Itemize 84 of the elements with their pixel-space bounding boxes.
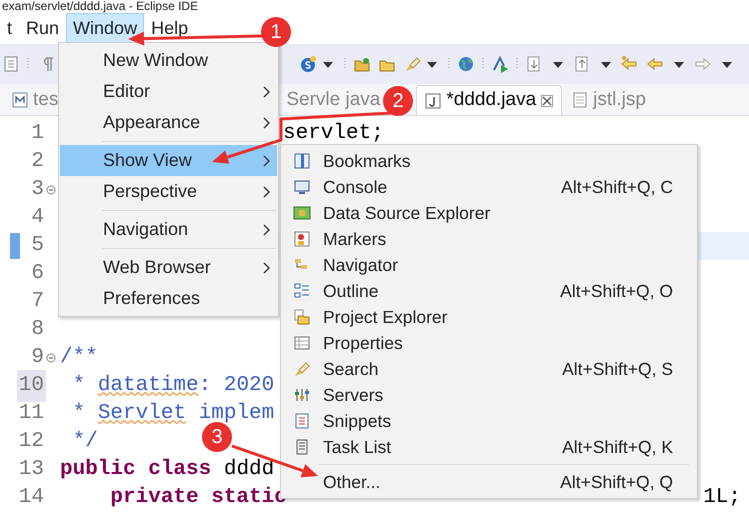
change-marker bbox=[10, 233, 20, 259]
monitor-icon bbox=[293, 178, 311, 196]
file-icon bbox=[425, 92, 442, 110]
chevron-right-icon bbox=[261, 260, 271, 274]
back-arrow-icon[interactable] bbox=[646, 55, 664, 73]
line-number: 4 bbox=[30, 205, 45, 232]
menu-item[interactable]: Run bbox=[19, 13, 66, 43]
line-number: 7 bbox=[30, 289, 45, 316]
file-icon bbox=[572, 91, 588, 109]
chevron-right-icon bbox=[261, 222, 271, 236]
line-number: 1 bbox=[30, 121, 45, 148]
menu-item[interactable]: Console Alt+Shift+Q, C bbox=[281, 174, 697, 200]
code-text: 1L; bbox=[703, 485, 741, 512]
menu-item[interactable]: Editor bbox=[60, 76, 277, 107]
fold-icon[interactable] bbox=[46, 353, 56, 363]
snippet-icon bbox=[293, 412, 311, 430]
fold-icon[interactable] bbox=[46, 185, 56, 195]
marker-icon bbox=[293, 230, 311, 248]
chevron-right-icon bbox=[261, 184, 271, 198]
line-number: 12 bbox=[18, 429, 45, 456]
folder-icon[interactable] bbox=[353, 55, 371, 73]
menu-item[interactable]: Navigation bbox=[60, 214, 277, 245]
menu-item[interactable]: Project Explorer bbox=[281, 304, 697, 330]
menu-item[interactable]: Appearance bbox=[60, 107, 277, 138]
code-text: private bbox=[109, 485, 199, 512]
menu-item[interactable]: Search Alt+Shift+Q, S bbox=[281, 356, 697, 382]
window-title: exam/servlet/dddd.java - Eclipse IDE bbox=[1, 0, 200, 12]
line-number: 9 bbox=[30, 345, 45, 372]
run-icon[interactable] bbox=[491, 55, 509, 73]
menu-item[interactable]: Servers bbox=[281, 382, 697, 408]
table-icon bbox=[293, 334, 311, 352]
menu-item[interactable]: Markers bbox=[281, 226, 697, 252]
servers-icon bbox=[293, 386, 311, 404]
folder-icon bbox=[293, 308, 311, 326]
code-text: /** bbox=[60, 345, 98, 372]
code-text: */ bbox=[72, 429, 98, 456]
menu-item[interactable]: t bbox=[0, 13, 20, 43]
menu-item[interactable]: Properties bbox=[281, 330, 697, 356]
menu-item[interactable]: Help bbox=[144, 13, 196, 43]
code-text: dddd bbox=[222, 457, 274, 484]
editor-tab[interactable]: *dddd.java bbox=[416, 85, 562, 115]
search-icon bbox=[293, 360, 311, 378]
code-text: servlet; bbox=[283, 121, 384, 148]
menu-item[interactable]: Web Browser bbox=[60, 252, 277, 283]
document-icon[interactable] bbox=[2, 55, 20, 73]
line-number: 14 bbox=[18, 485, 45, 512]
code-text: Servlet bbox=[98, 401, 186, 428]
menu-item[interactable]: Bookmarks bbox=[281, 148, 697, 174]
menu-item[interactable]: Task List Alt+Shift+Q, K bbox=[281, 434, 697, 460]
step-number: 3 bbox=[202, 422, 232, 452]
code-text: * bbox=[72, 401, 86, 428]
line-number: 8 bbox=[30, 317, 45, 344]
menu-item[interactable]: Navigator bbox=[281, 252, 697, 278]
menu-item[interactable]: Perspective bbox=[60, 176, 277, 207]
code-text: class bbox=[147, 457, 212, 484]
step-number: 1 bbox=[261, 17, 291, 47]
new-class-icon[interactable] bbox=[299, 55, 317, 73]
outline-icon bbox=[293, 282, 311, 300]
code-text: : 2020 bbox=[198, 373, 274, 400]
close-icon[interactable] bbox=[541, 94, 554, 106]
code-text: datatime bbox=[98, 373, 199, 400]
chevron-right-icon bbox=[261, 116, 271, 130]
code-text: public bbox=[60, 457, 136, 484]
line-number: 10 bbox=[16, 370, 46, 402]
code-text: * bbox=[72, 373, 86, 400]
menu-item[interactable]: Outline Alt+Shift+Q, O bbox=[281, 278, 697, 304]
menu-item[interactable]: Preferences bbox=[60, 283, 277, 314]
chevron-right-icon bbox=[261, 154, 271, 168]
globe-icon[interactable] bbox=[457, 55, 475, 73]
line-number: 13 bbox=[18, 457, 45, 484]
menu-item[interactable]: Window bbox=[66, 13, 144, 43]
line-number: 5 bbox=[30, 233, 45, 260]
menu-item[interactable]: Show View bbox=[60, 145, 277, 176]
file-icon bbox=[12, 91, 28, 109]
chevron-right-icon bbox=[261, 84, 271, 98]
back-arrow-icon[interactable] bbox=[620, 55, 638, 73]
line-number: 3 bbox=[30, 177, 45, 204]
line-number: 6 bbox=[30, 261, 45, 288]
line-number: 11 bbox=[18, 401, 45, 428]
book-icon bbox=[293, 152, 311, 170]
menu-item[interactable]: Snippets bbox=[281, 408, 697, 434]
line-number: 2 bbox=[30, 149, 45, 176]
menu-item[interactable]: Data Source Explorer bbox=[281, 200, 697, 226]
map-icon bbox=[293, 204, 311, 222]
